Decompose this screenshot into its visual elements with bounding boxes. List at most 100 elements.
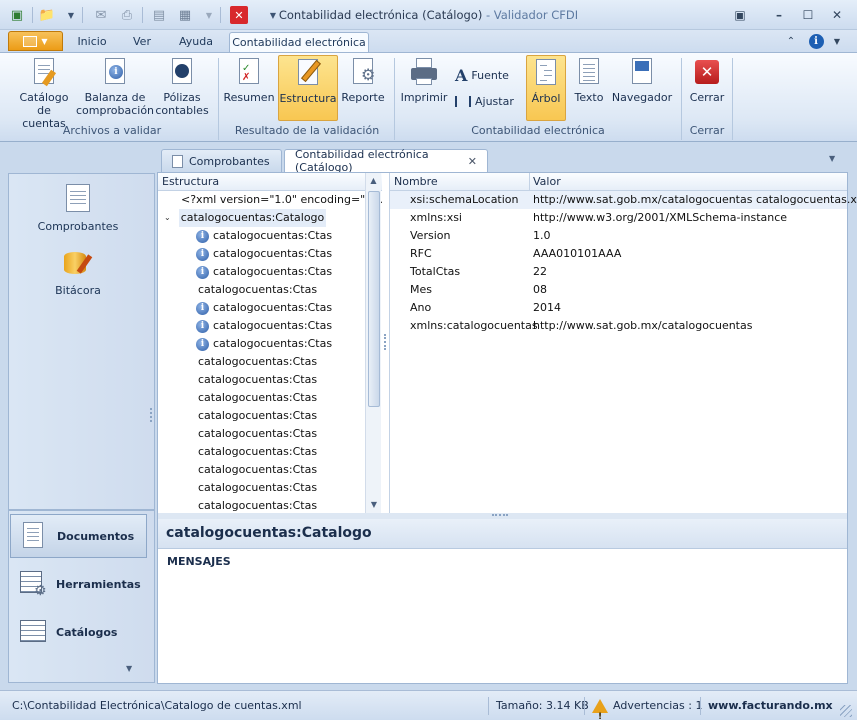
- documents-icon: [21, 521, 47, 551]
- texto-button[interactable]: Texto: [570, 56, 608, 104]
- xml-file-icon[interactable]: ▤: [150, 6, 168, 24]
- nav-chevron-down-icon[interactable]: ▼: [126, 664, 132, 673]
- column-valor[interactable]: Valor: [533, 173, 561, 190]
- minimize-icon[interactable]: –: [768, 6, 790, 24]
- tree-node-ctas[interactable]: i catalogocuentas:Ctas: [158, 245, 382, 263]
- fit-width-icon: [455, 96, 471, 107]
- tree-node-ctas[interactable]: catalogocuentas:Ctas: [158, 497, 382, 513]
- arbol-button[interactable]: Árbol: [526, 55, 566, 121]
- mail-icon[interactable]: ✉: [92, 6, 110, 24]
- tree-node-ctas[interactable]: catalogocuentas:Ctas: [158, 425, 382, 443]
- open-folder-icon[interactable]: 📁: [38, 6, 56, 24]
- tab-contabilidad-electronica[interactable]: Contabilidad electrónica: [229, 32, 369, 53]
- tab-catalogo[interactable]: Contabilidad electrónica (Catálogo) ✕: [284, 148, 488, 174]
- property-row[interactable]: Mes 08: [390, 281, 847, 299]
- resize-grip-icon[interactable]: [840, 705, 852, 717]
- cerrar-button[interactable]: ✕ Cerrar: [686, 56, 728, 104]
- property-row[interactable]: xmlns:catalogocuentas http://www.sat.gob.…: [390, 317, 847, 335]
- nav-comprobantes[interactable]: Comprobantes: [24, 220, 132, 233]
- checklist-icon: ✓ ✗: [233, 56, 265, 88]
- tab-inicio[interactable]: Inicio: [70, 32, 114, 52]
- tree-node-ctas[interactable]: catalogocuentas:Ctas: [158, 461, 382, 479]
- tree-root-node[interactable]: ⌄ catalogocuentas:Catalogo: [158, 209, 382, 227]
- expand-chevron-icon[interactable]: ⌄: [164, 209, 171, 227]
- tree-node-ctas[interactable]: catalogocuentas:Ctas: [158, 443, 382, 461]
- comprobantes-icon[interactable]: [66, 184, 92, 214]
- close-tab-icon[interactable]: ✕: [468, 155, 477, 168]
- save-icon[interactable]: ▦: [176, 6, 194, 24]
- splitter-handle[interactable]: [150, 408, 152, 422]
- maximize-icon[interactable]: ☐: [797, 6, 819, 24]
- catalogo-de-cuentas-button[interactable]: Catálogo de cuentas: [14, 56, 74, 130]
- balanza-de-comprobacion-button[interactable]: i Balanza de comprobación: [76, 56, 154, 117]
- property-row[interactable]: TotalCtas 22: [390, 263, 847, 281]
- reporte-button[interactable]: ⚙ Reporte: [340, 56, 386, 104]
- property-value: 08: [533, 283, 547, 296]
- properties-panel: Nombre Valor xsi:schemaLocation http://ww…: [389, 173, 857, 513]
- property-row[interactable]: Version 1.0: [390, 227, 847, 245]
- ajustar-button[interactable]: Ajustar: [455, 95, 514, 108]
- info-icon: i: [196, 229, 209, 243]
- tree-node-ctas[interactable]: catalogocuentas:Ctas: [158, 371, 382, 389]
- tabs-menu-chevron-icon[interactable]: ▼: [829, 154, 835, 163]
- imprimir-button[interactable]: Imprimir: [400, 56, 448, 104]
- status-website-link[interactable]: www.facturando.mx: [708, 691, 833, 720]
- tree-header: Estructura: [158, 173, 382, 191]
- nav-herramientas[interactable]: ⚙ Herramientas: [10, 562, 147, 606]
- catalog-table-icon: [20, 617, 46, 647]
- print-icon[interactable]: ⎙: [118, 6, 136, 24]
- restore-icon[interactable]: ▣: [729, 6, 751, 24]
- fuente-button[interactable]: A Fuente: [455, 66, 509, 85]
- close-document-icon[interactable]: ✕: [230, 6, 248, 24]
- property-row[interactable]: RFC AAA010101AAA: [390, 245, 847, 263]
- nav-bitacora[interactable]: Bitácora: [24, 284, 132, 297]
- font-icon: A: [455, 66, 468, 85]
- application-menu-button[interactable]: ▼: [8, 31, 63, 51]
- tree-node-ctas[interactable]: catalogocuentas:Ctas: [158, 479, 382, 497]
- resumen-button[interactable]: ✓ ✗ Resumen: [223, 56, 275, 104]
- property-name: Version: [410, 229, 451, 242]
- tree-node-ctas[interactable]: i catalogocuentas:Ctas: [158, 299, 382, 317]
- status-warnings[interactable]: ! Advertencias : 1: [592, 691, 702, 720]
- nav-documentos[interactable]: Documentos: [10, 514, 147, 558]
- bitacora-icon[interactable]: [64, 248, 96, 278]
- help-icon[interactable]: i: [805, 32, 827, 50]
- nav-catalogos[interactable]: Catálogos: [10, 610, 147, 654]
- chevron-down-icon[interactable]: ▼: [826, 32, 848, 50]
- vertical-splitter[interactable]: [384, 334, 386, 350]
- scroll-up-icon[interactable]: ▲: [366, 173, 381, 189]
- property-name: xmlns:xsi: [410, 211, 462, 224]
- column-nombre[interactable]: Nombre: [394, 175, 438, 188]
- tab-ayuda[interactable]: Ayuda: [170, 32, 222, 52]
- warning-icon: !: [592, 699, 608, 720]
- property-row[interactable]: xsi:schemaLocation http://www.sat.gob.mx/…: [390, 191, 857, 209]
- navegador-button[interactable]: Navegador: [612, 56, 672, 104]
- tree-node-ctas[interactable]: i catalogocuentas:Ctas: [158, 317, 382, 335]
- tree-node-ctas[interactable]: catalogocuentas:Ctas: [158, 353, 382, 371]
- tree-scrollbar[interactable]: ▲ ▼: [365, 173, 381, 513]
- tree-panel: Estructura <?xml version="1.0" encoding=…: [158, 173, 382, 513]
- estructura-button[interactable]: Estructura: [278, 55, 338, 121]
- status-file-path: C:\Contabilidad Electrónica\Catalogo de …: [12, 699, 302, 712]
- polizas-contables-button[interactable]: Pólizas contables: [154, 56, 210, 117]
- customize-toolbar-icon[interactable]: ▼: [268, 6, 278, 24]
- chevron-down-icon: ▼: [41, 36, 48, 46]
- tree-scroll-thumb[interactable]: [368, 191, 380, 407]
- tree-node-ctas[interactable]: i catalogocuentas:Ctas: [158, 263, 382, 281]
- close-icon[interactable]: ✕: [826, 6, 848, 24]
- scroll-down-icon[interactable]: ▼: [366, 497, 382, 513]
- tree-node-ctas[interactable]: i catalogocuentas:Ctas: [158, 335, 382, 353]
- chevron-down-icon[interactable]: ▼: [204, 6, 214, 24]
- tree-node-ctas[interactable]: catalogocuentas:Ctas: [158, 281, 382, 299]
- tree-node-ctas[interactable]: catalogocuentas:Ctas: [158, 389, 382, 407]
- chevron-down-icon[interactable]: ▼: [66, 6, 76, 24]
- collapse-ribbon-icon[interactable]: ⌃: [780, 32, 802, 50]
- tab-comprobantes[interactable]: Comprobantes: [161, 149, 282, 172]
- tree-node-ctas[interactable]: catalogocuentas:Ctas: [158, 407, 382, 425]
- property-row[interactable]: xmlns:xsi http://www.w3.org/2001/XMLSchem…: [390, 209, 847, 227]
- property-row[interactable]: Ano 2014: [390, 299, 847, 317]
- report-gear-icon: ⚙: [347, 56, 379, 88]
- tree-xml-declaration[interactable]: <?xml version="1.0" encoding="ut...: [158, 191, 382, 209]
- tree-node-ctas[interactable]: i catalogocuentas:Ctas: [158, 227, 382, 245]
- tab-ver[interactable]: Ver: [122, 32, 162, 52]
